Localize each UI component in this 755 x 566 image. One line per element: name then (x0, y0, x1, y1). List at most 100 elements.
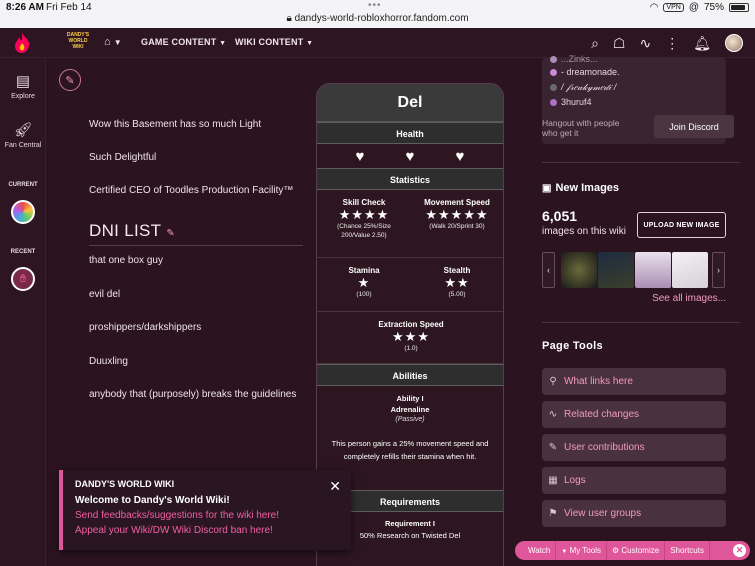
close-icon[interactable]: ✕ (329, 478, 341, 495)
see-all-images-link[interactable]: See all images... (652, 293, 726, 304)
image-thumbnail[interactable] (598, 252, 634, 288)
discord-member-name: ...Zinks... (561, 54, 598, 64)
chevron-down-icon: ▼ (306, 40, 314, 47)
tool-label: Logs (564, 475, 586, 486)
close-toolbar-icon[interactable]: ✕ (733, 544, 746, 557)
home-dropdown[interactable]: ⌂ ▼ (104, 36, 122, 48)
heading-divider (89, 245, 303, 246)
ability-type: (Passive) (395, 416, 425, 423)
address-bar[interactable]: 🔒︎ dandys-world-robloxhorror.fandom.com (0, 13, 755, 24)
statistics-header: Statistics (317, 168, 503, 190)
rocket-icon: 🚀︎ (13, 122, 33, 139)
fandom-toolbar: Watch ▼ My Tools ⚙ Customize Shortcuts ✕ (515, 541, 750, 560)
user-avatar[interactable] (725, 34, 743, 52)
health-hearts: ♥ ♥ ♥ (317, 144, 503, 168)
edit-section-pencil-icon[interactable]: ✎ (166, 228, 175, 239)
battery-icon (729, 3, 749, 12)
image-count-label: images on this wiki (542, 226, 626, 237)
customize-label: Customize (621, 546, 660, 555)
upload-new-image-button[interactable]: UPLOAD NEW IMAGE (637, 212, 726, 238)
image-thumbnail[interactable] (635, 252, 671, 288)
image-thumbnail[interactable] (672, 252, 708, 288)
feedback-link[interactable]: Send feedbacks/suggestions for the wiki … (75, 510, 279, 521)
dni-heading: DNI LIST ✎ (89, 221, 175, 241)
right-sidebar: ...Zinks... - dreamonade. / 𝒻𝓇𝑒𝒶𝓀𝓎𝓂𝑒𝒹𝒾 /… (528, 54, 755, 566)
carousel-next-arrow[interactable]: › (712, 252, 725, 288)
nav-game-content[interactable]: GAME CONTENT ▼ (141, 37, 226, 47)
tool-what-links-here[interactable]: ⚲ What links here (542, 368, 726, 395)
my-tools-button[interactable]: ▼ My Tools (556, 541, 607, 560)
abilities-header: Abilities (317, 364, 503, 386)
tool-logs[interactable]: ▦ Logs (542, 467, 726, 494)
discussions-icon[interactable]: ☖ (613, 35, 626, 52)
home-icon: ⌂ (104, 36, 111, 48)
fandom-flame-icon[interactable] (12, 32, 32, 54)
tool-label: View user groups (564, 508, 642, 519)
discord-widget: ...Zinks... - dreamonade. / 𝒻𝓇𝑒𝒶𝓀𝓎𝓂𝑒𝒹𝒾 /… (542, 54, 734, 144)
rail-current-label: CURRENT (8, 182, 38, 188)
link-icon: ⚲ (549, 376, 557, 387)
carousel-prev-arrow[interactable]: ‹ (542, 252, 555, 288)
left-rail: ▤ Explore 🚀︎ Fan Central CURRENT RECENT … (0, 58, 46, 566)
edit-page-button[interactable]: ✎ (59, 69, 81, 91)
pencil-icon: ✎ (65, 74, 75, 87)
watch-button[interactable]: Watch (523, 541, 557, 560)
new-images-title: ▣ New Images (542, 182, 619, 194)
rail-explore[interactable]: ▤ Explore (0, 72, 46, 100)
discord-member-name: / 𝒻𝓇𝑒𝒶𝓀𝓎𝓂𝑒𝒹𝒾 / (561, 82, 617, 92)
search-icon[interactable]: ⌕ (591, 35, 599, 52)
wifi-icon: ◠ (649, 2, 659, 13)
image-icon: ▣ (542, 183, 552, 194)
current-wiki-icon[interactable] (11, 200, 35, 224)
dni-item: Duuxling (89, 356, 128, 367)
stealth-sub: (5.00) (448, 291, 466, 298)
tool-user-contributions[interactable]: ✎ User contributions (542, 434, 726, 461)
extraction-label: Extraction Speed (378, 320, 444, 329)
stealth-stars: ★★ (444, 275, 470, 290)
stamina-sub: (100) (356, 291, 372, 298)
ability-name: Adrenaline (390, 405, 430, 414)
stamina-stars: ★ (357, 275, 371, 290)
image-thumbnail[interactable] (561, 252, 597, 288)
recent-wiki-icon[interactable]: ✋︎ (11, 267, 35, 291)
shortcuts-button[interactable]: Shortcuts (665, 541, 710, 560)
movement-speed-stat: Movement Speed ★★★★★ (Walk 20/Sprint 30) (413, 198, 501, 231)
activity-icon[interactable]: ∿ (639, 35, 651, 52)
discord-member-name: 3huruf4 (561, 97, 592, 107)
ability-number: Ability I (396, 394, 424, 403)
more-dots-icon[interactable]: ••• (368, 0, 382, 11)
divider (542, 322, 740, 323)
vpn-badge: VPN (663, 3, 684, 12)
chevron-down-icon: ▼ (113, 38, 122, 47)
notification-welcome: Welcome to Dandy's World Wiki! (75, 495, 230, 506)
skill-check-stars: ★★★★ (338, 207, 390, 222)
welcome-notification: DANDY'S WORLD WIKI Welcome to Dandy's Wo… (59, 470, 351, 550)
tool-related-changes[interactable]: ∿ Related changes (542, 401, 726, 428)
url-text: dandys-world-robloxhorror.fandom.com (294, 13, 469, 24)
tool-view-user-groups[interactable]: ⚑ View user groups (542, 500, 726, 527)
extraction-sub: (1.0) (404, 345, 418, 352)
more-options-icon[interactable]: ⋮ (665, 35, 679, 52)
discord-member-name: - dreamonade. (561, 67, 620, 77)
heart-icon: ♥ (455, 147, 465, 165)
rail-explore-label: Explore (11, 93, 35, 100)
dni-heading-text: DNI LIST (89, 221, 162, 240)
status-time: 8:26 AM (6, 2, 44, 13)
join-discord-button[interactable]: Join Discord (654, 115, 734, 138)
customize-button[interactable]: ⚙ Customize (607, 541, 666, 560)
rail-fan-central[interactable]: 🚀︎ Fan Central (0, 121, 46, 149)
nav-wiki-content[interactable]: WIKI CONTENT ▼ (235, 37, 313, 47)
tool-label: What links here (564, 376, 633, 387)
new-images-title-text: New Images (555, 182, 620, 194)
wiki-logo[interactable]: DANDY'S WORLD WIKI (64, 32, 92, 54)
ban-appeal-link[interactable]: Appeal your Wiki/DW Wiki Discord ban her… (75, 525, 273, 536)
discord-hangout-text: Hangout with people who get it (542, 118, 620, 138)
discord-member: 3huruf4 (550, 97, 592, 107)
infobox-title: Del (317, 84, 503, 122)
tool-label: User contributions (564, 442, 645, 453)
notifications-bell-icon[interactable]: 🔔︎ (693, 35, 711, 52)
notification-heading: DANDY'S WORLD WIKI (75, 479, 175, 489)
dni-item: anybody that (purposely) breaks the guid… (89, 389, 297, 400)
stamina-stat: Stamina ★ (100) (323, 266, 405, 299)
content-line: Such Delightful (89, 152, 157, 163)
